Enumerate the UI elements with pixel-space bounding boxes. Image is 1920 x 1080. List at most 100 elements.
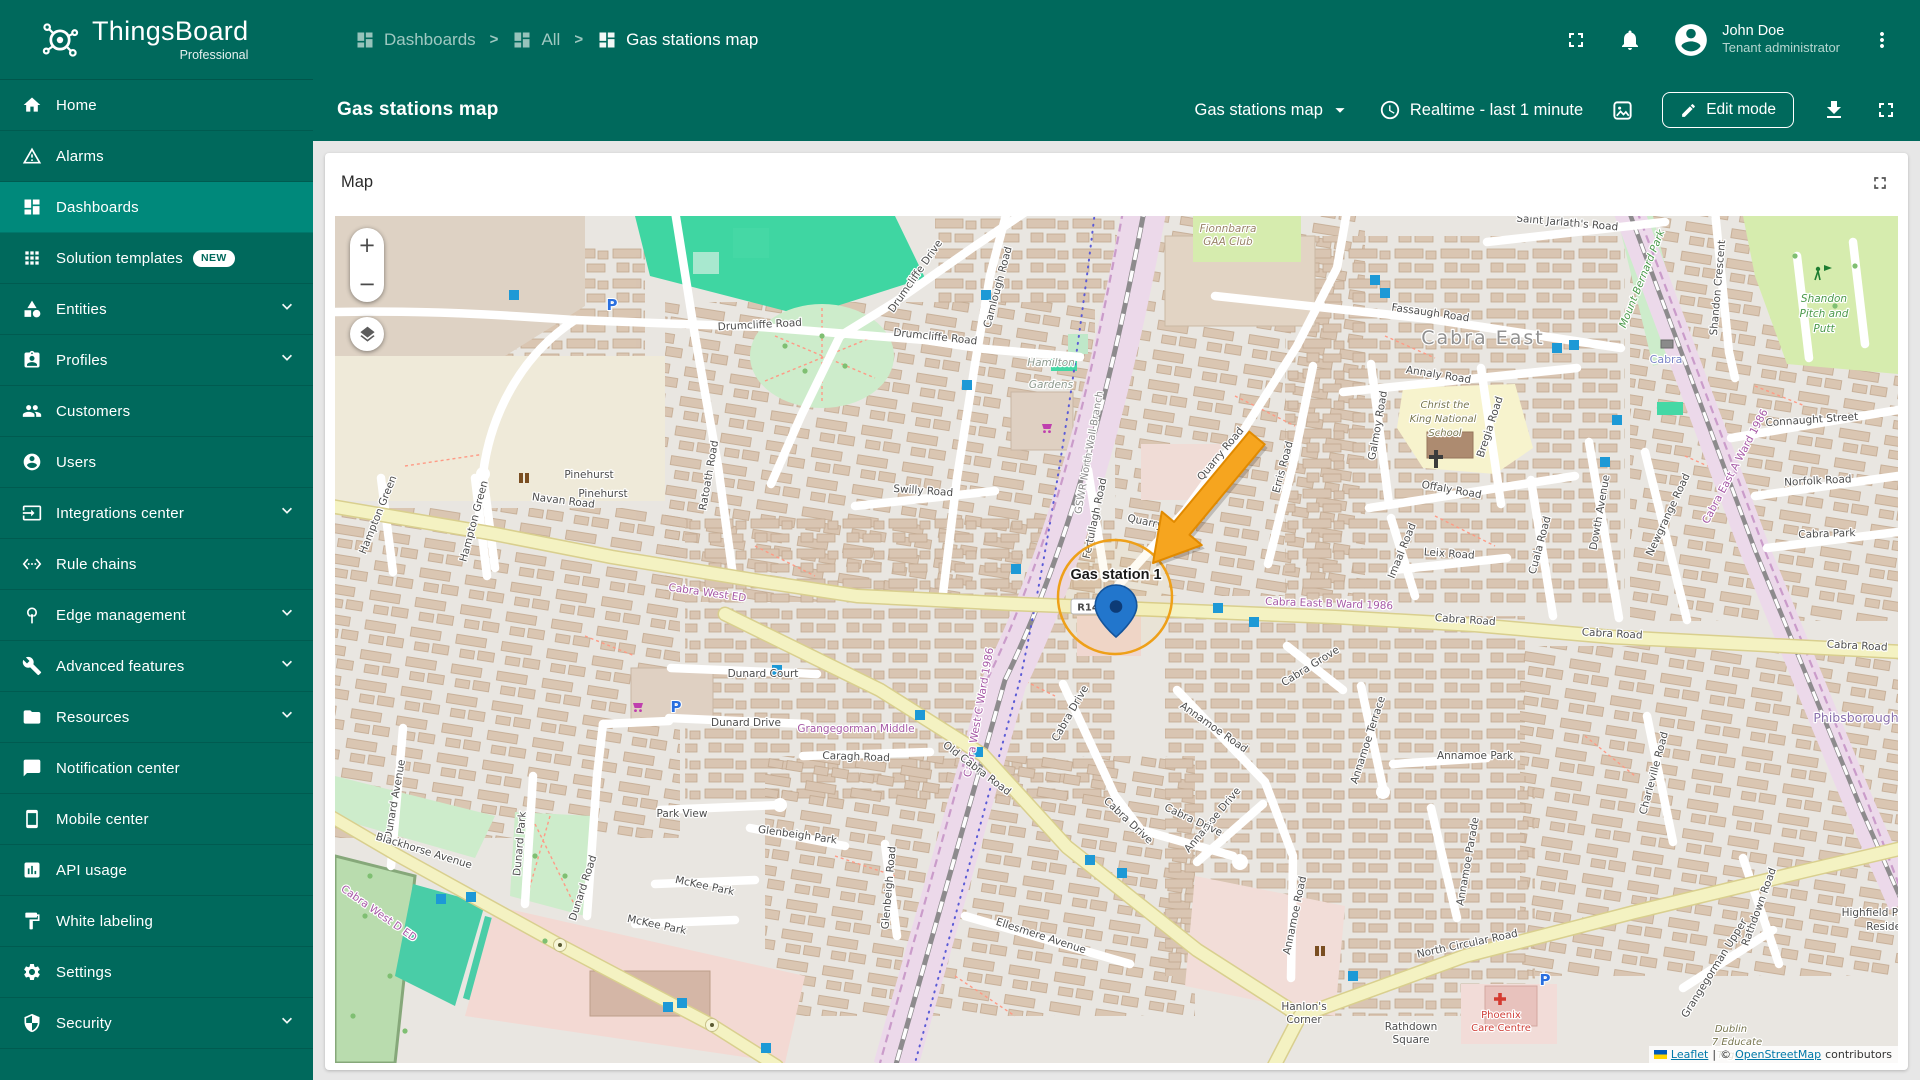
dashboard-content: Map P P P Drumcliffe Road Drumcliffe Roa… <box>313 141 1920 1080</box>
breadcrumb-dashboards[interactable]: Dashboards <box>355 30 476 50</box>
notifications-bell-icon[interactable] <box>1618 28 1642 52</box>
attribution-copyright: © <box>1720 1048 1732 1061</box>
sidebar-item-api-usage[interactable]: API usage <box>0 845 313 896</box>
sidebar-item-alarms[interactable]: Alarms <box>0 131 313 182</box>
clock-icon <box>1380 100 1400 120</box>
thingsboard-logo[interactable]: ThingsBoard Professional <box>0 15 313 62</box>
map-label: Dunard Drive <box>711 717 781 729</box>
sidebar-item-mobile-center[interactable]: Mobile center <box>0 794 313 845</box>
widget-fullscreen-icon[interactable] <box>1870 173 1890 196</box>
map-label: Pinehurst <box>564 469 613 481</box>
tree-icon <box>819 333 825 339</box>
map-label: Pinehurst <box>578 488 627 500</box>
download-icon[interactable] <box>1822 98 1846 122</box>
toolbar-fullscreen-icon[interactable] <box>1874 98 1898 122</box>
chevron-down-icon <box>277 348 297 373</box>
user-name: John Doe <box>1722 23 1785 40</box>
bus-stop-icon <box>761 1043 771 1053</box>
bus-stop-icon <box>1612 415 1622 425</box>
sidebar-item-label: Profiles <box>56 351 108 369</box>
customers-icon <box>22 401 42 421</box>
thingsboard-app: ThingsBoard Professional Dashboards > All >… <box>0 0 1920 1080</box>
timewindow-button[interactable]: Realtime - last 1 minute <box>1379 99 1583 121</box>
rail-station-icon <box>1660 339 1674 349</box>
user-menu[interactable]: John Doe Tenant administrator <box>1672 21 1840 59</box>
settings-icon <box>22 962 42 982</box>
tree-icon <box>367 873 373 879</box>
attribution-divider: | <box>1712 1048 1717 1061</box>
tree-icon <box>542 938 548 944</box>
sidebar-item-settings[interactable]: Settings <box>0 947 313 998</box>
bus-stop-icon <box>1348 971 1358 981</box>
sidebar-item-profiles[interactable]: Profiles <box>0 335 313 386</box>
zoom-out-button[interactable]: − <box>358 274 376 295</box>
map-label: Cabra Park <box>1798 527 1857 541</box>
layers-icon <box>359 326 375 342</box>
map-label: Cabra East <box>1421 327 1544 349</box>
sidebar-nav: Home Alarms Dashboards Solution templates NE… <box>0 79 313 1080</box>
timewindow-value: Realtime - last 1 minute <box>1409 100 1584 119</box>
sidebar-item-label: Edge management <box>56 606 186 624</box>
breadcrumb-all[interactable]: All <box>512 30 560 50</box>
tree-icon <box>1852 263 1858 269</box>
chevron-down-icon <box>1335 108 1345 113</box>
chevron-down-icon <box>277 603 297 628</box>
pencil-icon <box>1682 103 1696 117</box>
fullscreen-icon[interactable] <box>1564 28 1588 52</box>
map-label: Park View <box>657 808 708 820</box>
tree-icon <box>387 973 393 979</box>
sidebar-item-label: Home <box>56 96 97 114</box>
map-label: Corner <box>1286 1014 1322 1026</box>
sidebar-item-entities[interactable]: Entities <box>0 284 313 335</box>
api-usage-icon <box>22 860 42 880</box>
bus-stop-icon <box>1213 603 1223 613</box>
sidebar-item-notification-center[interactable]: Notification center <box>0 743 313 794</box>
more-menu-icon[interactable] <box>1870 28 1894 52</box>
mini-roundabout <box>705 1018 719 1032</box>
sidebar-item-label: API usage <box>56 861 128 879</box>
tree-icon <box>402 1028 408 1034</box>
sidebar-item-label: Resources <box>56 708 130 726</box>
leaflet-link[interactable]: Leaflet <box>1671 1048 1708 1061</box>
chevron-down-icon <box>277 501 297 526</box>
sidebar-item-customers[interactable]: Customers <box>0 386 313 437</box>
sidebar-item-dashboards[interactable]: Dashboards <box>0 182 313 233</box>
breadcrumb-gas-stations-map[interactable]: Gas stations map <box>597 30 758 50</box>
map-layers-button[interactable] <box>350 317 384 351</box>
map-label: Christ the <box>1421 400 1470 411</box>
chevron-down-icon <box>277 297 297 322</box>
sidebar-item-integrations-center[interactable]: Integrations center <box>0 488 313 539</box>
sidebar-item-label: Customers <box>56 402 131 420</box>
sidebar-item-security[interactable]: Security <box>0 998 313 1049</box>
sidebar-item-edge-management[interactable]: Edge management <box>0 590 313 641</box>
tree-icon <box>362 913 368 919</box>
bus-stop-icon <box>436 894 446 904</box>
ukraine-flag-icon <box>1653 1050 1667 1059</box>
dashboard-image-icon[interactable] <box>1611 99 1634 122</box>
new-badge: NEW <box>193 249 235 267</box>
dashboard-state-select[interactable]: Gas stations map <box>1194 99 1350 121</box>
map-canvas[interactable]: PPP Drumcliffe RoadDrumcliffe RoadDrumcl… <box>335 216 1898 1063</box>
sidebar-item-rule-chains[interactable]: Rule chains <box>0 539 313 590</box>
parking-icon: P <box>671 698 682 716</box>
sidebar-item-users[interactable]: Users <box>0 437 313 488</box>
edit-mode-label: Edit mode <box>1706 101 1776 118</box>
sidebar-item-resources[interactable]: Resources <box>0 692 313 743</box>
map-label: Caragh Road <box>822 750 890 764</box>
sidebar-item-label: Integrations center <box>56 504 185 522</box>
map-label: Grangegorman Middle <box>797 723 914 735</box>
logo-title: ThingsBoard <box>92 15 249 46</box>
map-label: Fionnbarra <box>1200 223 1257 235</box>
attribution-suffix: contributors <box>1825 1048 1892 1061</box>
sidebar-item-home[interactable]: Home <box>0 80 313 131</box>
zoom-in-button[interactable]: + <box>358 235 376 256</box>
map-label: Hamilton <box>1027 357 1075 369</box>
sidebar-item-advanced-features[interactable]: Advanced features <box>0 641 313 692</box>
edit-mode-button[interactable]: Edit mode <box>1662 92 1794 128</box>
map-label: Putt <box>1813 323 1835 335</box>
sidebar-item-solution-templates[interactable]: Solution templates NEW <box>0 233 313 284</box>
osm-link[interactable]: OpenStreetMap <box>1735 1048 1821 1061</box>
chevron-down-icon <box>277 705 297 730</box>
map-label: Pitch and <box>1800 308 1849 320</box>
sidebar-item-white-labeling[interactable]: White labeling <box>0 896 313 947</box>
